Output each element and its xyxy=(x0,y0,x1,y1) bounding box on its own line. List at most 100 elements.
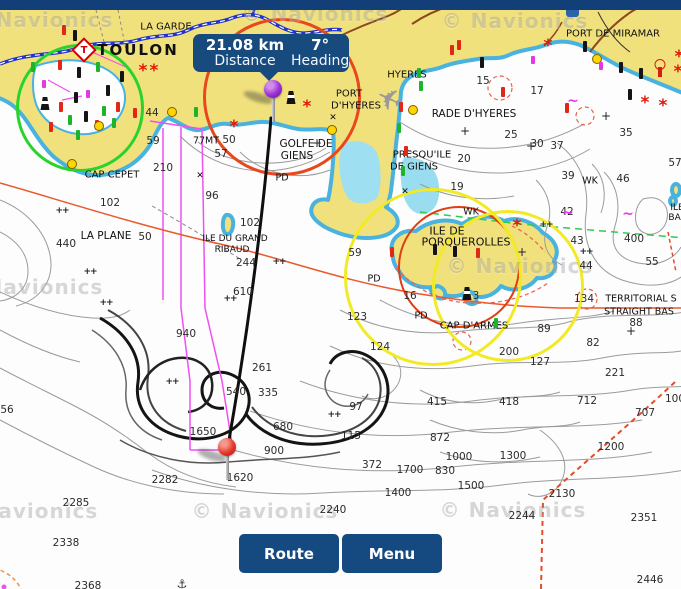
obstruction-cross-icon: ✕ xyxy=(329,113,337,123)
tide-rips-icon: ++ xyxy=(55,206,68,216)
depth-sounding: 335 xyxy=(258,387,278,399)
place-label: STRAIGHT BAS xyxy=(604,307,674,318)
depth-sounding: 1400 xyxy=(385,487,412,499)
depth-sounding: 19 xyxy=(450,181,463,193)
place-label: PORT DE MIRAMAR xyxy=(566,29,660,40)
danger-star-icon: * xyxy=(544,42,553,50)
depth-sounding: 2446 xyxy=(637,574,664,586)
place-label: PORQUEROLLES xyxy=(421,236,510,249)
watermark: © Navionics xyxy=(0,275,103,299)
beacon-black-icon xyxy=(453,246,457,257)
range-circle xyxy=(432,210,584,362)
place-label: RIBAUD xyxy=(215,245,250,255)
place-label: DE GIENS xyxy=(390,162,438,173)
place-label: RADE D'HYERES xyxy=(432,108,517,120)
beacon-red-icon xyxy=(59,102,63,112)
pin-shadow xyxy=(196,447,227,465)
tide-rips-icon: ++ xyxy=(223,294,236,304)
tide-rips-icon: ++ xyxy=(327,410,340,420)
rock-icon: + xyxy=(626,326,636,336)
depth-sounding: 56 xyxy=(0,404,13,416)
nautical-chart-base xyxy=(0,0,681,589)
beacon-red-icon xyxy=(450,45,454,55)
chart-symbols-layer: T**✕**✕✕******✈⚓~~~+++++++++++++++++++++… xyxy=(0,0,681,589)
beacon-red-icon xyxy=(116,102,120,112)
shallow-patch xyxy=(401,158,440,214)
beacon-black-icon xyxy=(84,111,88,122)
danger-star-icon: * xyxy=(659,102,668,110)
depth-sounding: 89 xyxy=(537,323,550,335)
place-label: PORT xyxy=(336,89,362,100)
depth-sounding: 57 xyxy=(668,157,681,169)
danger-star-icon: * xyxy=(641,99,650,107)
depth-sounding: 123 xyxy=(347,311,367,323)
depth-contours xyxy=(0,122,681,496)
beacon-red-icon xyxy=(133,108,137,118)
place-label: ILE xyxy=(670,203,681,213)
depth-sounding: 1500 xyxy=(458,480,485,492)
yellow-buoy-icon xyxy=(94,121,104,131)
watermark: © Navionics xyxy=(0,499,98,523)
depth-sounding: 100 xyxy=(665,393,681,405)
place-label: WK xyxy=(582,176,598,187)
giens-lagoon xyxy=(339,141,380,203)
beacon-black-icon xyxy=(619,62,623,73)
route-line[interactable] xyxy=(229,118,271,440)
depth-sounding: 372 xyxy=(362,459,382,471)
depth-sounding: 39 xyxy=(561,170,574,182)
range-circle xyxy=(398,206,520,328)
chart-canvas[interactable]: © Navionics© Navionics© Navionics© Navio… xyxy=(0,0,681,589)
rock-icon: + xyxy=(601,111,611,121)
place-label: ILE DE xyxy=(429,225,464,238)
beacon-black-icon xyxy=(480,57,484,68)
pin-head xyxy=(218,438,236,456)
depth-sounding: 400 xyxy=(624,233,644,245)
tide-rips-icon: ++ xyxy=(539,220,552,230)
depth-sounding: 2244 xyxy=(509,510,536,522)
depth-sounding: 50 xyxy=(138,231,151,243)
beacon-magenta-icon xyxy=(42,80,46,88)
anchor-icon: ⚓ xyxy=(177,579,188,589)
depth-sounding: 43 xyxy=(570,235,583,247)
toulon-harbor-water xyxy=(33,60,125,134)
place-label: 77MT xyxy=(193,136,219,147)
depth-sounding: 44 xyxy=(579,260,592,272)
place-label: GIENS xyxy=(281,150,313,162)
depth-sounding: 540 xyxy=(226,386,246,398)
depth-sounding: 15 xyxy=(476,75,489,87)
yellow-buoy-icon xyxy=(592,54,602,64)
beacon-green-icon xyxy=(494,318,498,328)
tide-rips-icon: ++ xyxy=(99,298,112,308)
ferry-terminal-icon: T xyxy=(71,37,96,62)
place-label: TOULON xyxy=(97,41,179,59)
depth-sounding: 2130 xyxy=(549,488,576,500)
top-chrome-bar xyxy=(0,0,681,10)
route-button[interactable]: Route xyxy=(239,534,339,573)
depth-sounding: 20 xyxy=(457,153,470,165)
depth-sounding: 707 xyxy=(635,407,655,419)
beacon-green-icon xyxy=(31,62,35,72)
depth-sounding: 25 xyxy=(504,129,517,141)
menu-button[interactable]: Menu xyxy=(342,534,442,573)
beacon-green-icon xyxy=(401,166,405,176)
place-label: LA PLANE xyxy=(81,230,132,242)
depth-sounding: 96 xyxy=(205,190,218,202)
depth-sounding: 1000 xyxy=(446,451,473,463)
depth-sounding: 42 xyxy=(560,206,573,218)
danger-star-icon: * xyxy=(230,123,239,131)
pin-shadow xyxy=(242,89,273,107)
distance-value: 21.08 km xyxy=(199,37,291,53)
depth-sounding: 17 xyxy=(530,85,543,97)
beacon-black-icon xyxy=(73,30,77,41)
beacon-green-icon xyxy=(397,123,401,133)
beacon-green-icon xyxy=(417,68,421,78)
lighthouse-icon xyxy=(41,97,50,110)
place-label: CAP CEPET xyxy=(85,170,140,181)
depth-sounding: 1700 xyxy=(397,464,424,476)
beacon-black-icon xyxy=(77,67,81,78)
depth-sounding: 415 xyxy=(427,396,447,408)
beacon-black-icon xyxy=(583,41,587,52)
beacon-green-icon xyxy=(96,62,100,72)
depth-sounding: 16 xyxy=(403,290,416,302)
beacon-black-icon xyxy=(120,71,124,82)
